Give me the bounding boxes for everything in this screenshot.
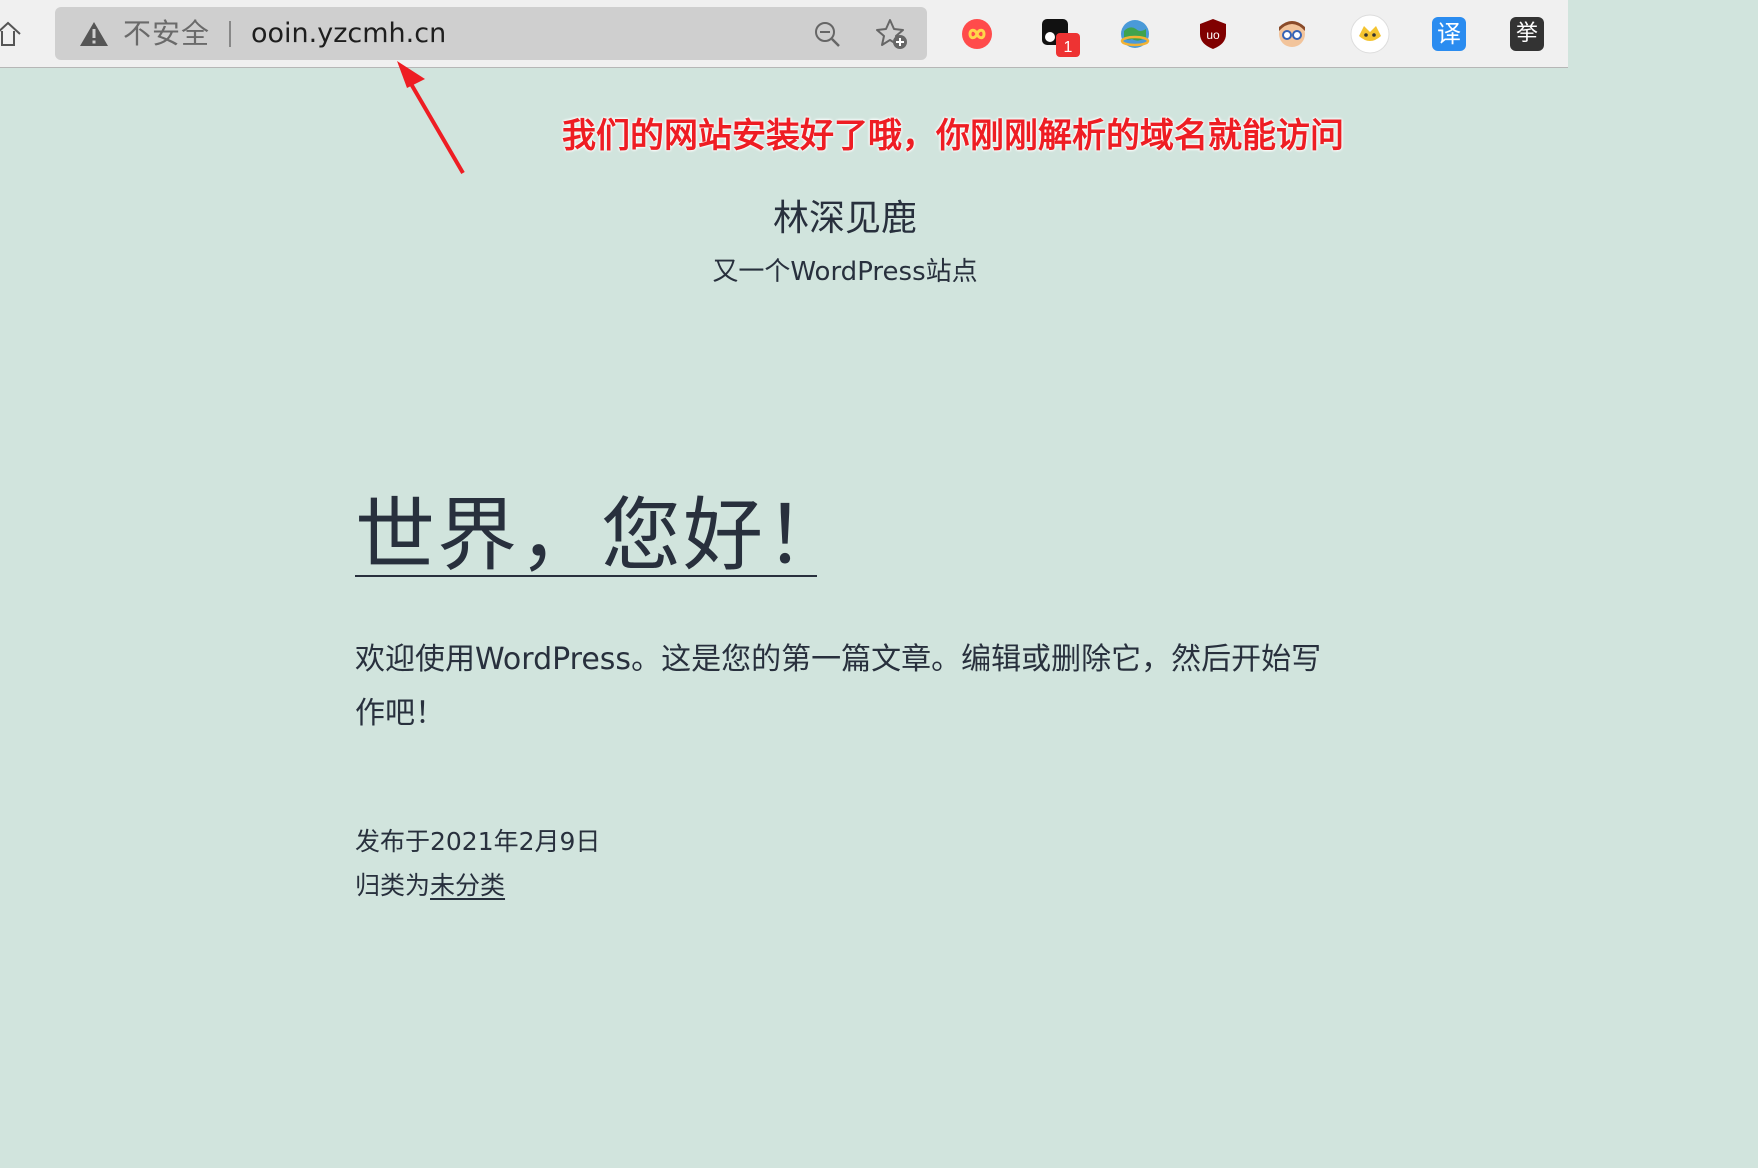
annotation-text: 我们的网站安装好了哦，你刚刚解析的域名就能访问 xyxy=(562,116,1344,156)
svg-text:1: 1 xyxy=(1064,39,1073,56)
translate-glyph: 译 xyxy=(1437,20,1461,48)
site-description: 又一个WordPress站点 xyxy=(712,257,978,287)
dark-glyph: 挙 xyxy=(1515,21,1538,46)
address-bar[interactable]: 不安全 ooin.yzcmh.cn xyxy=(55,7,927,60)
home-icon[interactable] xyxy=(0,20,22,48)
ublock-extension-icon[interactable]: uo xyxy=(1196,17,1230,51)
svg-text:uo: uo xyxy=(1206,28,1220,42)
infinity-extension-icon[interactable] xyxy=(960,17,994,51)
browser-toolbar: 不安全 ooin.yzcmh.cn 1 uo 译 挙 xyxy=(0,0,1568,68)
security-status-label[interactable]: 不安全 xyxy=(123,19,210,49)
address-separator xyxy=(229,21,231,47)
post-category: 归类为未分类 xyxy=(355,868,505,904)
post-title[interactable]: 世界，您好！ xyxy=(355,488,847,584)
zoom-out-icon[interactable] xyxy=(813,20,841,48)
warning-icon[interactable] xyxy=(79,21,109,47)
badge-extension-icon[interactable]: 1 xyxy=(1040,17,1080,57)
dark-extension-icon[interactable]: 挙 xyxy=(1510,17,1544,51)
globe-extension-icon[interactable] xyxy=(1118,17,1152,51)
url-text[interactable]: ooin.yzcmh.cn xyxy=(251,19,446,49)
add-favorite-icon[interactable] xyxy=(875,18,909,50)
site-title[interactable]: 林深见鹿 xyxy=(0,195,1690,243)
avatar-extension-icon[interactable] xyxy=(1275,17,1309,51)
post-date: 发布于2021年2月9日 xyxy=(355,827,601,856)
translate-extension-icon[interactable]: 译 xyxy=(1432,17,1466,51)
tampermonkey-extension-icon[interactable] xyxy=(1350,14,1390,54)
category-link[interactable]: 未分类 xyxy=(430,871,505,900)
red-arrow-icon xyxy=(397,61,465,175)
post-body: 欢迎使用WordPress。这是您的第一篇文章。编辑或删除它，然后开始写作吧！ xyxy=(355,642,1322,731)
post-title-underline xyxy=(355,575,817,577)
category-prefix: 归类为 xyxy=(355,871,431,900)
